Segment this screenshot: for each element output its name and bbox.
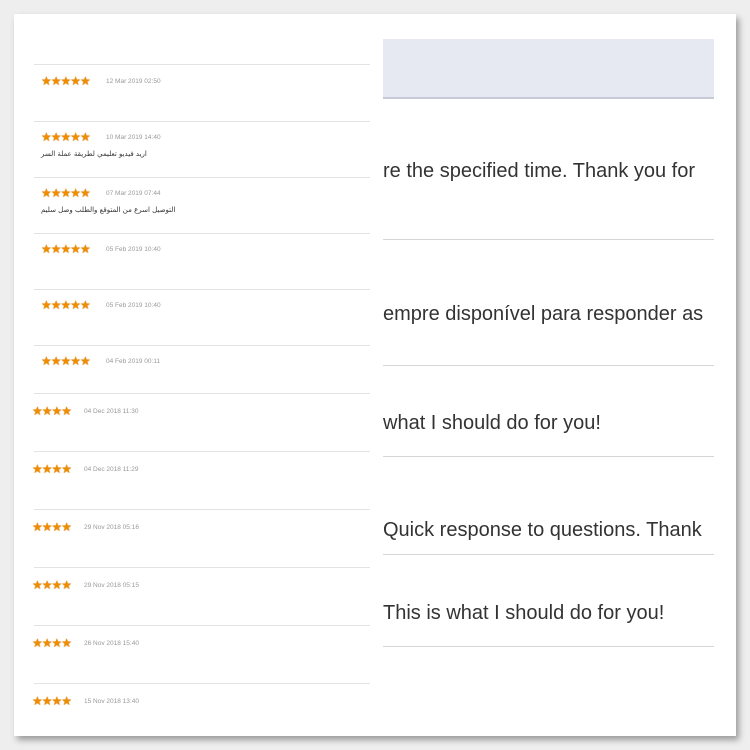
star-rating-icon: ★★★★ xyxy=(32,636,72,650)
star-rating-icon: ★★★★ xyxy=(32,462,72,476)
star-rating-icon: ★★★★ xyxy=(32,520,72,534)
review-row: ★★★★ 04 Dec 2018 11:29 xyxy=(14,454,374,510)
star-rating-icon: ★★★★★ xyxy=(41,354,91,368)
divider xyxy=(383,554,714,555)
review-row: ★★★★ 29 Nov 2018 05:15 xyxy=(14,570,374,626)
star-rating-icon: ★★★★ xyxy=(32,404,72,418)
review-row: ★★★★ 29 Nov 2018 05:16 xyxy=(14,512,374,568)
divider xyxy=(34,509,370,510)
divider xyxy=(34,683,370,684)
review-date: 07 Mar 2019 07:44 xyxy=(106,190,161,197)
star-rating-icon: ★★★★★ xyxy=(41,186,91,200)
star-rating-icon: ★★★★★ xyxy=(41,242,91,256)
review-row: ★★★★★ 04 Feb 2019 00:11 xyxy=(14,346,374,394)
review-message: empre disponível para responder as xyxy=(383,303,704,325)
review-row: ★★★★★ 10 Mar 2019 14:40 اريد فيديو تعليم… xyxy=(14,122,374,178)
review-date: 15 Nov 2018 13:40 xyxy=(84,698,139,705)
review-row: ★★★★ 26 Nov 2018 15:40 xyxy=(14,628,374,684)
review-message: Quick response to questions. Thank xyxy=(383,519,702,541)
review-date: 05 Feb 2019 10:40 xyxy=(106,302,161,309)
review-date: 04 Dec 2018 11:30 xyxy=(84,408,139,415)
messages-panel: re the specified time. Thank you for emp… xyxy=(383,14,714,736)
review-row: ★★★★★ 07 Mar 2019 07:44 التوصيل اسرع من … xyxy=(14,178,374,234)
divider xyxy=(383,239,714,240)
divider xyxy=(383,456,714,457)
review-row: ★★★★ 15 Nov 2018 13:40 xyxy=(14,686,374,730)
star-rating-icon: ★★★★ xyxy=(32,578,72,592)
review-row: ★★★★★ 12 Mar 2019 02:50 xyxy=(14,66,374,122)
reviews-list: ★★★★★ 12 Mar 2019 02:50 ★★★★★ 10 Mar 201… xyxy=(14,14,374,736)
star-rating-icon: ★★★★★ xyxy=(41,130,91,144)
divider xyxy=(383,365,714,366)
review-date: 26 Nov 2018 15:40 xyxy=(84,640,139,647)
review-date: 04 Feb 2019 00:11 xyxy=(106,358,161,365)
divider xyxy=(383,646,714,647)
star-rating-icon: ★★★★ xyxy=(32,694,72,708)
review-date: 10 Mar 2019 14:40 xyxy=(106,134,161,141)
review-date: 12 Mar 2019 02:50 xyxy=(106,78,161,85)
panel-header xyxy=(383,39,714,99)
review-message: This is what I should do for you! xyxy=(383,602,665,624)
screenshot-frame: ★★★★★ 12 Mar 2019 02:50 ★★★★★ 10 Mar 201… xyxy=(14,14,736,736)
divider xyxy=(34,451,370,452)
review-date: 04 Dec 2018 11:29 xyxy=(84,466,139,473)
review-message: what I should do for you! xyxy=(383,412,601,434)
star-rating-icon: ★★★★★ xyxy=(41,74,91,88)
star-rating-icon: ★★★★★ xyxy=(41,298,91,312)
review-comment: اريد فيديو تعليمي لطريقة عملة السر xyxy=(41,150,147,158)
review-message: re the specified time. Thank you for xyxy=(383,160,696,182)
divider xyxy=(34,567,370,568)
review-comment: التوصيل اسرع من المتوقع والطلب وصل سليم xyxy=(41,206,176,214)
review-date: 05 Feb 2019 10:40 xyxy=(106,246,161,253)
review-row: ★★★★ 04 Dec 2018 11:30 xyxy=(14,396,374,452)
divider xyxy=(34,64,370,65)
review-date: 29 Nov 2018 05:16 xyxy=(84,524,139,531)
divider xyxy=(34,393,370,394)
review-row: ★★★★★ 05 Feb 2019 10:40 xyxy=(14,290,374,346)
review-date: 29 Nov 2018 05:15 xyxy=(84,582,139,589)
divider xyxy=(34,625,370,626)
review-row: ★★★★★ 05 Feb 2019 10:40 xyxy=(14,234,374,290)
